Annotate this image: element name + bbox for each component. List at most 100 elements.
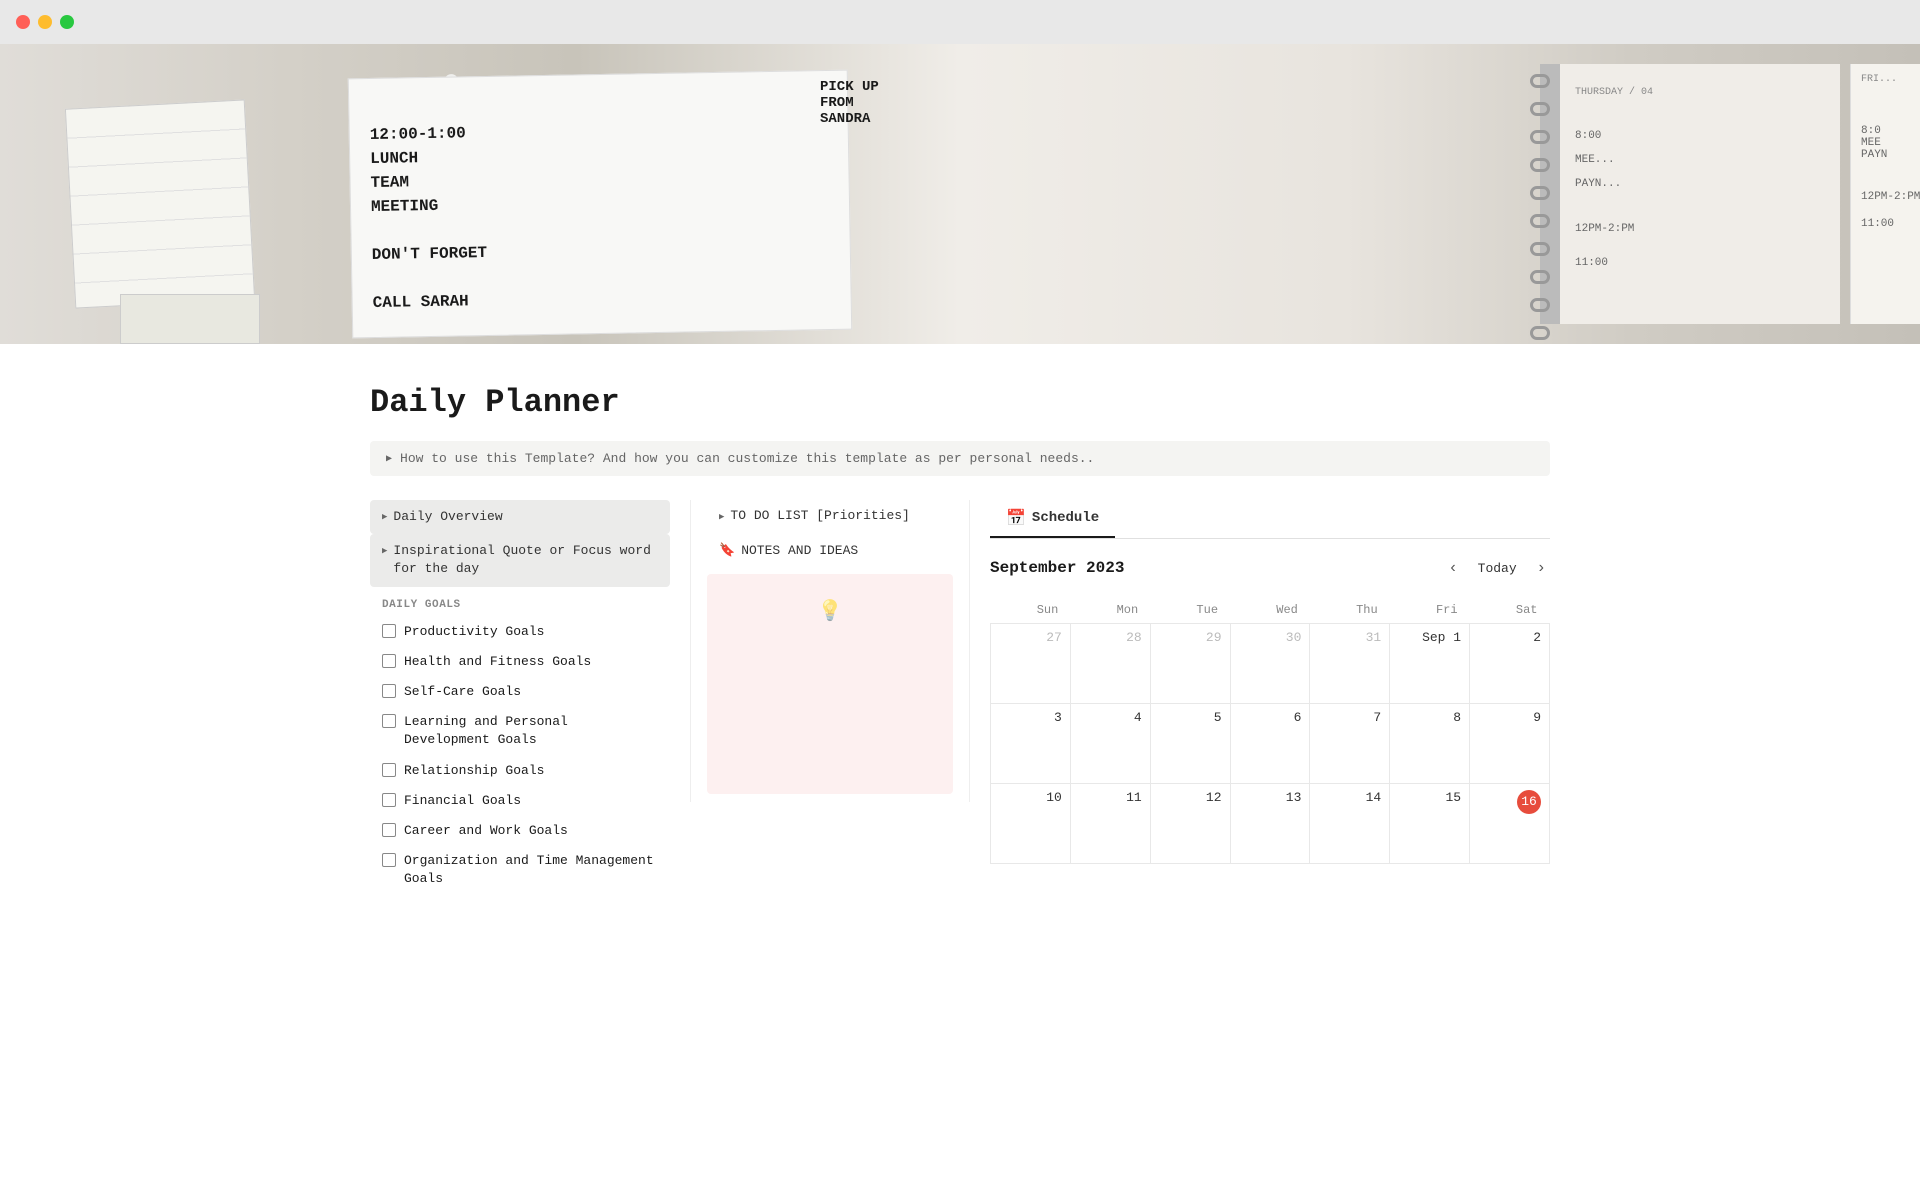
goal-organization-label: Organization and Time Management Goals: [404, 852, 658, 888]
cal-header-tue: Tue: [1150, 597, 1230, 624]
daily-goals-label: DAILY GOALS: [370, 587, 670, 617]
left-column: ▶ Daily Overview ▶ Inspirational Quote o…: [370, 500, 690, 894]
goal-item-organization: Organization and Time Management Goals: [370, 846, 670, 894]
cal-day-aug31[interactable]: 31: [1310, 624, 1390, 704]
goal-selfcare-label: Self-Care Goals: [404, 683, 521, 701]
close-button[interactable]: [16, 15, 30, 29]
notes-header: 🔖 NOTES AND IDEAS: [707, 535, 953, 566]
calendar-week-2: 3 4 5 6 7 8 9: [991, 704, 1550, 784]
goal-health-label: Health and Fitness Goals: [404, 653, 591, 671]
middle-column: ▶ TO DO LIST [Priorities] 🔖 NOTES AND ID…: [690, 500, 970, 802]
cal-header-thu: Thu: [1310, 597, 1390, 624]
daily-overview-item[interactable]: ▶ Daily Overview: [370, 500, 670, 534]
cal-day-sep10[interactable]: 10: [991, 784, 1071, 864]
hero-notepad: 12:00-1:00LUNCHTEAMMEETINGDON'T FORGETCA…: [348, 70, 852, 339]
todo-label: TO DO LIST [Priorities]: [730, 508, 909, 523]
checkbox-career[interactable]: [382, 823, 396, 837]
cal-day-sep1[interactable]: Sep 1: [1390, 624, 1470, 704]
calendar-month: September 2023: [990, 559, 1124, 577]
calendar-prev-button[interactable]: ‹: [1444, 555, 1461, 581]
main-grid: ▶ Daily Overview ▶ Inspirational Quote o…: [370, 500, 1550, 894]
goal-financial-label: Financial Goals: [404, 792, 521, 810]
cal-header-fri: Fri: [1390, 597, 1470, 624]
hint-bar[interactable]: ▶ How to use this Template? And how you …: [370, 441, 1550, 476]
daily-overview-label: Daily Overview: [393, 508, 502, 526]
goal-item-selfcare: Self-Care Goals: [370, 677, 670, 707]
goal-item-career: Career and Work Goals: [370, 816, 670, 846]
goal-relationship-label: Relationship Goals: [404, 762, 544, 780]
cal-day-sep5[interactable]: 5: [1150, 704, 1230, 784]
todo-list-header[interactable]: ▶ TO DO LIST [Priorities]: [707, 500, 953, 531]
hint-triangle-icon: ▶: [386, 453, 392, 465]
checkbox-organization[interactable]: [382, 853, 396, 867]
calendar-week-3: 10 11 12 13 14 15 16: [991, 784, 1550, 864]
calendar-week-1: 27 28 29 30 31 Sep 1 2: [991, 624, 1550, 704]
cal-day-aug30[interactable]: 30: [1230, 624, 1310, 704]
maximize-button[interactable]: [60, 15, 74, 29]
checkbox-learning[interactable]: [382, 714, 396, 728]
cal-day-sep4[interactable]: 4: [1070, 704, 1150, 784]
checkbox-health[interactable]: [382, 654, 396, 668]
minimize-button[interactable]: [38, 15, 52, 29]
calendar-next-button[interactable]: ›: [1533, 555, 1550, 581]
goal-item-relationship: Relationship Goals: [370, 756, 670, 786]
todo-triangle-icon: ▶: [719, 512, 724, 522]
page-content: Daily Planner ▶ How to use this Template…: [310, 344, 1610, 934]
cal-day-sep8[interactable]: 8: [1390, 704, 1470, 784]
calendar-column: 📅 Schedule September 2023 ‹ Today › Sun …: [970, 500, 1550, 864]
cal-day-sep16[interactable]: 16: [1470, 784, 1550, 864]
calendar-nav-controls: ‹ Today ›: [1444, 555, 1550, 581]
goal-learning-label: Learning and Personal Development Goals: [404, 713, 658, 749]
window-chrome: [0, 0, 1920, 44]
goal-productivity-label: Productivity Goals: [404, 623, 544, 641]
cal-day-sep2[interactable]: 2: [1470, 624, 1550, 704]
goal-item-productivity: Productivity Goals: [370, 617, 670, 647]
calendar-header-row: Sun Mon Tue Wed Thu Fri Sat: [991, 597, 1550, 624]
goal-item-learning: Learning and Personal Development Goals: [370, 707, 670, 755]
page-title: Daily Planner: [370, 384, 1550, 421]
cal-day-sep12[interactable]: 12: [1150, 784, 1230, 864]
cal-day-sep7[interactable]: 7: [1310, 704, 1390, 784]
hero-banner: 12:00-1:00LUNCHTEAMMEETINGDON'T FORGETCA…: [0, 44, 1920, 344]
notes-bookmark-icon: 🔖: [719, 543, 735, 558]
checkbox-relationship[interactable]: [382, 763, 396, 777]
cal-day-sep13[interactable]: 13: [1230, 784, 1310, 864]
hint-text: How to use this Template? And how you ca…: [400, 451, 1094, 466]
cal-day-sep3[interactable]: 3: [991, 704, 1071, 784]
daily-overview-triangle-icon: ▶: [382, 511, 387, 524]
cal-day-sep14[interactable]: 14: [1310, 784, 1390, 864]
goal-item-financial: Financial Goals: [370, 786, 670, 816]
schedule-tab[interactable]: 📅 Schedule: [990, 500, 1115, 538]
cal-day-aug27[interactable]: 27: [991, 624, 1071, 704]
quote-label: Inspirational Quote or Focus word for th…: [393, 542, 658, 578]
cal-day-sep11[interactable]: 11: [1070, 784, 1150, 864]
notes-area[interactable]: 💡: [707, 574, 953, 794]
cal-header-mon: Mon: [1070, 597, 1150, 624]
cal-day-sep6[interactable]: 6: [1230, 704, 1310, 784]
hero-notebook-right: THURSDAY / 04 8:00MEE...PAYN... 12PM-2:P…: [1540, 64, 1840, 324]
cal-header-sun: Sun: [991, 597, 1071, 624]
cal-day-aug29[interactable]: 29: [1150, 624, 1230, 704]
cal-header-sat: Sat: [1470, 597, 1550, 624]
checkbox-productivity[interactable]: [382, 624, 396, 638]
cal-header-wed: Wed: [1230, 597, 1310, 624]
hero-calendar-col: FRI... 8:0MEEPAYN 12PM-2:PM 11:00: [1850, 64, 1920, 324]
cal-day-sep9[interactable]: 9: [1470, 704, 1550, 784]
notes-label: NOTES AND IDEAS: [741, 543, 858, 558]
cal-day-aug28[interactable]: 28: [1070, 624, 1150, 704]
schedule-tab-label: Schedule: [1032, 510, 1099, 526]
calendar-nav: September 2023 ‹ Today ›: [990, 555, 1550, 581]
checkbox-financial[interactable]: [382, 793, 396, 807]
goal-item-health: Health and Fitness Goals: [370, 647, 670, 677]
calendar-grid: Sun Mon Tue Wed Thu Fri Sat 27 28 29: [990, 597, 1550, 864]
cal-day-sep15[interactable]: 15: [1390, 784, 1470, 864]
hero-planner-image: [60, 84, 260, 344]
goal-career-label: Career and Work Goals: [404, 822, 568, 840]
bulb-icon: 💡: [818, 598, 843, 624]
calendar-today-button[interactable]: Today: [1470, 557, 1525, 580]
inspirational-quote-item[interactable]: ▶ Inspirational Quote or Focus word for …: [370, 534, 670, 586]
checkbox-selfcare[interactable]: [382, 684, 396, 698]
calendar-tab-icon: 📅: [1006, 508, 1026, 528]
calendar-tabs: 📅 Schedule: [990, 500, 1550, 539]
hero-time: PICK UPFROMSANDRA: [820, 79, 879, 127]
